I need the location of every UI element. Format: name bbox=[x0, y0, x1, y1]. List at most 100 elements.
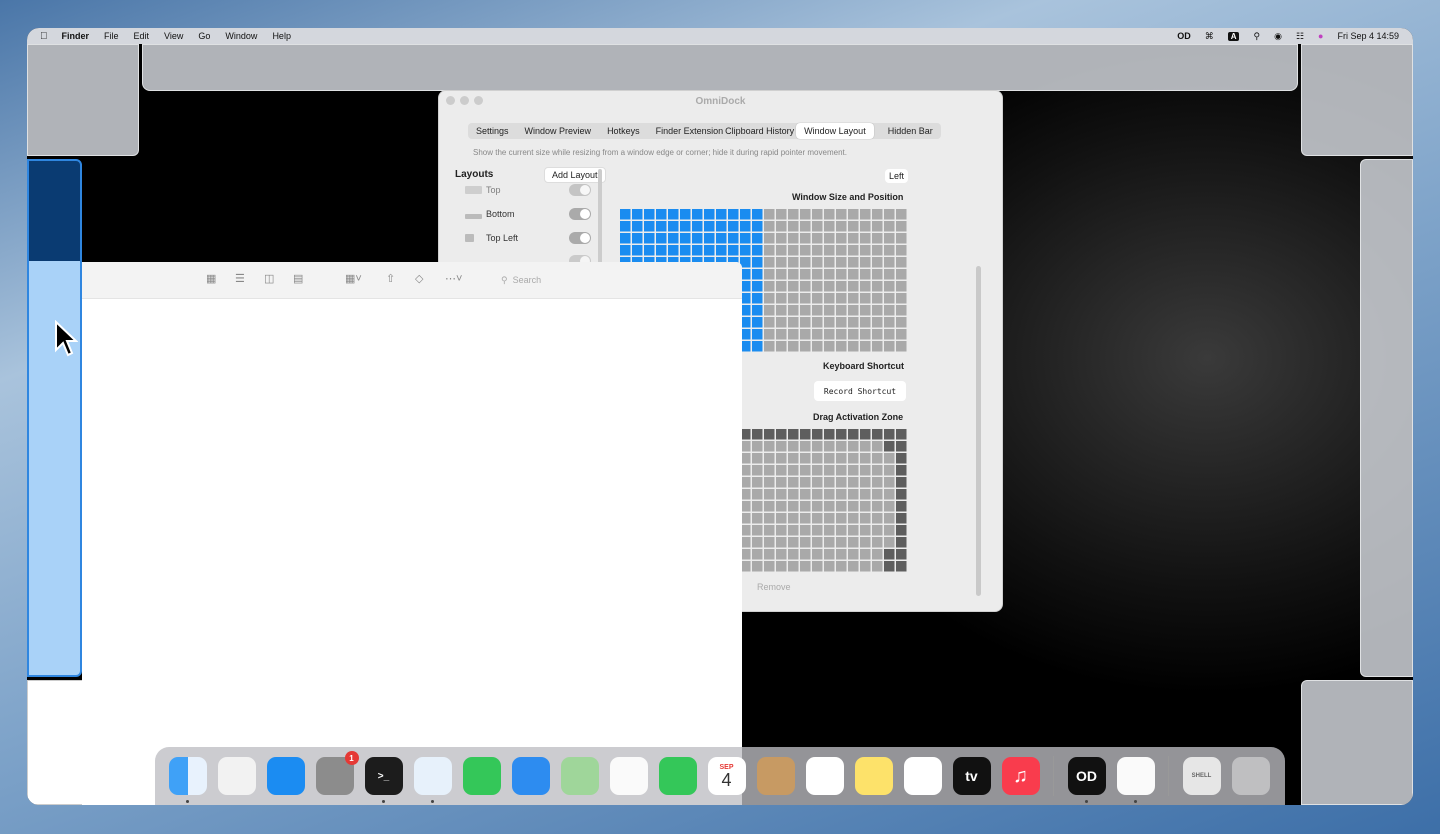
drag-zone-cell[interactable] bbox=[872, 465, 883, 476]
window-size-cell[interactable] bbox=[884, 281, 895, 292]
drag-zone-cell[interactable] bbox=[884, 549, 895, 560]
window-size-cell[interactable] bbox=[860, 317, 871, 328]
window-size-cell[interactable] bbox=[656, 245, 667, 256]
dock-app-trash[interactable] bbox=[1231, 757, 1270, 795]
window-size-cell[interactable] bbox=[848, 293, 859, 304]
drag-zone-cell[interactable] bbox=[896, 561, 907, 572]
window-size-cell[interactable] bbox=[848, 341, 859, 352]
window-size-cell[interactable] bbox=[836, 305, 847, 316]
zoom-window-button[interactable] bbox=[474, 96, 483, 105]
tag-icon[interactable]: ◇ bbox=[415, 272, 423, 285]
dock-app-maps[interactable] bbox=[560, 757, 599, 795]
drag-zone-cell[interactable] bbox=[812, 549, 823, 560]
window-size-cell[interactable] bbox=[860, 257, 871, 268]
window-size-cell[interactable] bbox=[764, 245, 775, 256]
window-size-cell[interactable] bbox=[884, 341, 895, 352]
drag-zone-cell[interactable] bbox=[848, 561, 859, 572]
window-size-cell[interactable] bbox=[836, 245, 847, 256]
list-view-icon[interactable]: ☰ bbox=[235, 272, 245, 285]
window-size-cell[interactable] bbox=[860, 305, 871, 316]
layout-top-left-toggle[interactable] bbox=[569, 232, 591, 244]
drag-zone-cell[interactable] bbox=[836, 549, 847, 560]
window-size-cell[interactable] bbox=[872, 341, 883, 352]
window-size-cell[interactable] bbox=[800, 293, 811, 304]
drag-zone-cell[interactable] bbox=[884, 477, 895, 488]
window-size-cell[interactable] bbox=[776, 245, 787, 256]
drag-zone-cell[interactable] bbox=[884, 465, 895, 476]
drag-zone-cell[interactable] bbox=[872, 441, 883, 452]
drag-zone-cell[interactable] bbox=[764, 561, 775, 572]
drag-zone-cell[interactable] bbox=[872, 525, 883, 536]
apple-menu-icon[interactable]:  bbox=[40, 31, 48, 42]
window-size-cell[interactable] bbox=[872, 221, 883, 232]
window-size-cell[interactable] bbox=[848, 233, 859, 244]
window-size-cell[interactable] bbox=[704, 233, 715, 244]
window-size-cell[interactable] bbox=[896, 257, 907, 268]
window-size-cell[interactable] bbox=[788, 233, 799, 244]
window-size-cell[interactable] bbox=[788, 209, 799, 220]
drag-zone-cell[interactable] bbox=[812, 513, 823, 524]
drag-zone-cell[interactable] bbox=[824, 441, 835, 452]
window-size-cell[interactable] bbox=[680, 233, 691, 244]
window-size-cell[interactable] bbox=[788, 329, 799, 340]
menu-edit[interactable]: Edit bbox=[134, 31, 150, 41]
window-size-cell[interactable] bbox=[776, 341, 787, 352]
drag-zone-cell[interactable] bbox=[788, 501, 799, 512]
window-size-cell[interactable] bbox=[884, 269, 895, 280]
window-size-cell[interactable] bbox=[716, 233, 727, 244]
window-size-cell[interactable] bbox=[824, 221, 835, 232]
window-size-cell[interactable] bbox=[764, 221, 775, 232]
window-size-cell[interactable] bbox=[632, 209, 643, 220]
drag-zone-cell[interactable] bbox=[860, 477, 871, 488]
window-size-cell[interactable] bbox=[824, 269, 835, 280]
window-size-cell[interactable] bbox=[872, 209, 883, 220]
drag-zone-cell[interactable] bbox=[884, 513, 895, 524]
window-size-cell[interactable] bbox=[824, 233, 835, 244]
drag-zone-cell[interactable] bbox=[812, 537, 823, 548]
window-size-cell[interactable] bbox=[788, 245, 799, 256]
tab-window-preview[interactable]: Window Preview bbox=[517, 123, 600, 139]
screen-recording-icon[interactable]: ◉ bbox=[1274, 31, 1282, 42]
window-size-cell[interactable] bbox=[848, 209, 859, 220]
window-size-cell[interactable] bbox=[668, 221, 679, 232]
drag-zone-cell[interactable] bbox=[872, 549, 883, 560]
window-size-cell[interactable] bbox=[860, 329, 871, 340]
drag-zone-cell[interactable] bbox=[812, 453, 823, 464]
window-size-cell[interactable] bbox=[740, 209, 751, 220]
drag-zone-cell[interactable] bbox=[860, 537, 871, 548]
dock-app-calendar[interactable]: SEP 4 bbox=[707, 757, 746, 795]
finder-search-field[interactable]: ⚲ Search bbox=[497, 270, 627, 290]
drag-zone-cell[interactable] bbox=[896, 549, 907, 560]
window-size-cell[interactable] bbox=[704, 209, 715, 220]
drag-zone-cell[interactable] bbox=[764, 453, 775, 464]
window-size-cell[interactable] bbox=[812, 305, 823, 316]
drag-zone-cell[interactable] bbox=[896, 465, 907, 476]
drag-zone-cell[interactable] bbox=[800, 453, 811, 464]
drag-zone-cell[interactable] bbox=[836, 501, 847, 512]
window-size-cell[interactable] bbox=[680, 209, 691, 220]
drag-zone-cell[interactable] bbox=[860, 501, 871, 512]
window-size-cell[interactable] bbox=[800, 221, 811, 232]
drag-zone-cell[interactable] bbox=[836, 513, 847, 524]
window-size-cell[interactable] bbox=[704, 245, 715, 256]
window-size-cell[interactable] bbox=[752, 233, 763, 244]
window-size-cell[interactable] bbox=[764, 329, 775, 340]
window-size-cell[interactable] bbox=[884, 209, 895, 220]
window-size-cell[interactable] bbox=[692, 221, 703, 232]
drag-zone-cell[interactable] bbox=[836, 465, 847, 476]
drag-zone-cell[interactable] bbox=[812, 561, 823, 572]
group-by-icon[interactable]: ▦˅ bbox=[345, 272, 362, 285]
drag-zone-cell[interactable] bbox=[836, 453, 847, 464]
window-size-cell[interactable] bbox=[884, 221, 895, 232]
drag-zone-cell[interactable] bbox=[776, 501, 787, 512]
drag-zone-cell[interactable] bbox=[836, 537, 847, 548]
drag-zone-cell[interactable] bbox=[764, 477, 775, 488]
drag-zone-cell[interactable] bbox=[872, 537, 883, 548]
drag-zone-cell[interactable] bbox=[824, 501, 835, 512]
window-size-cell[interactable] bbox=[812, 329, 823, 340]
remove-layout-button[interactable]: Remove bbox=[757, 582, 791, 592]
window-size-cell[interactable] bbox=[644, 245, 655, 256]
gallery-view-icon[interactable]: ▤ bbox=[293, 272, 303, 285]
window-size-cell[interactable] bbox=[704, 221, 715, 232]
window-size-cell[interactable] bbox=[752, 257, 763, 268]
